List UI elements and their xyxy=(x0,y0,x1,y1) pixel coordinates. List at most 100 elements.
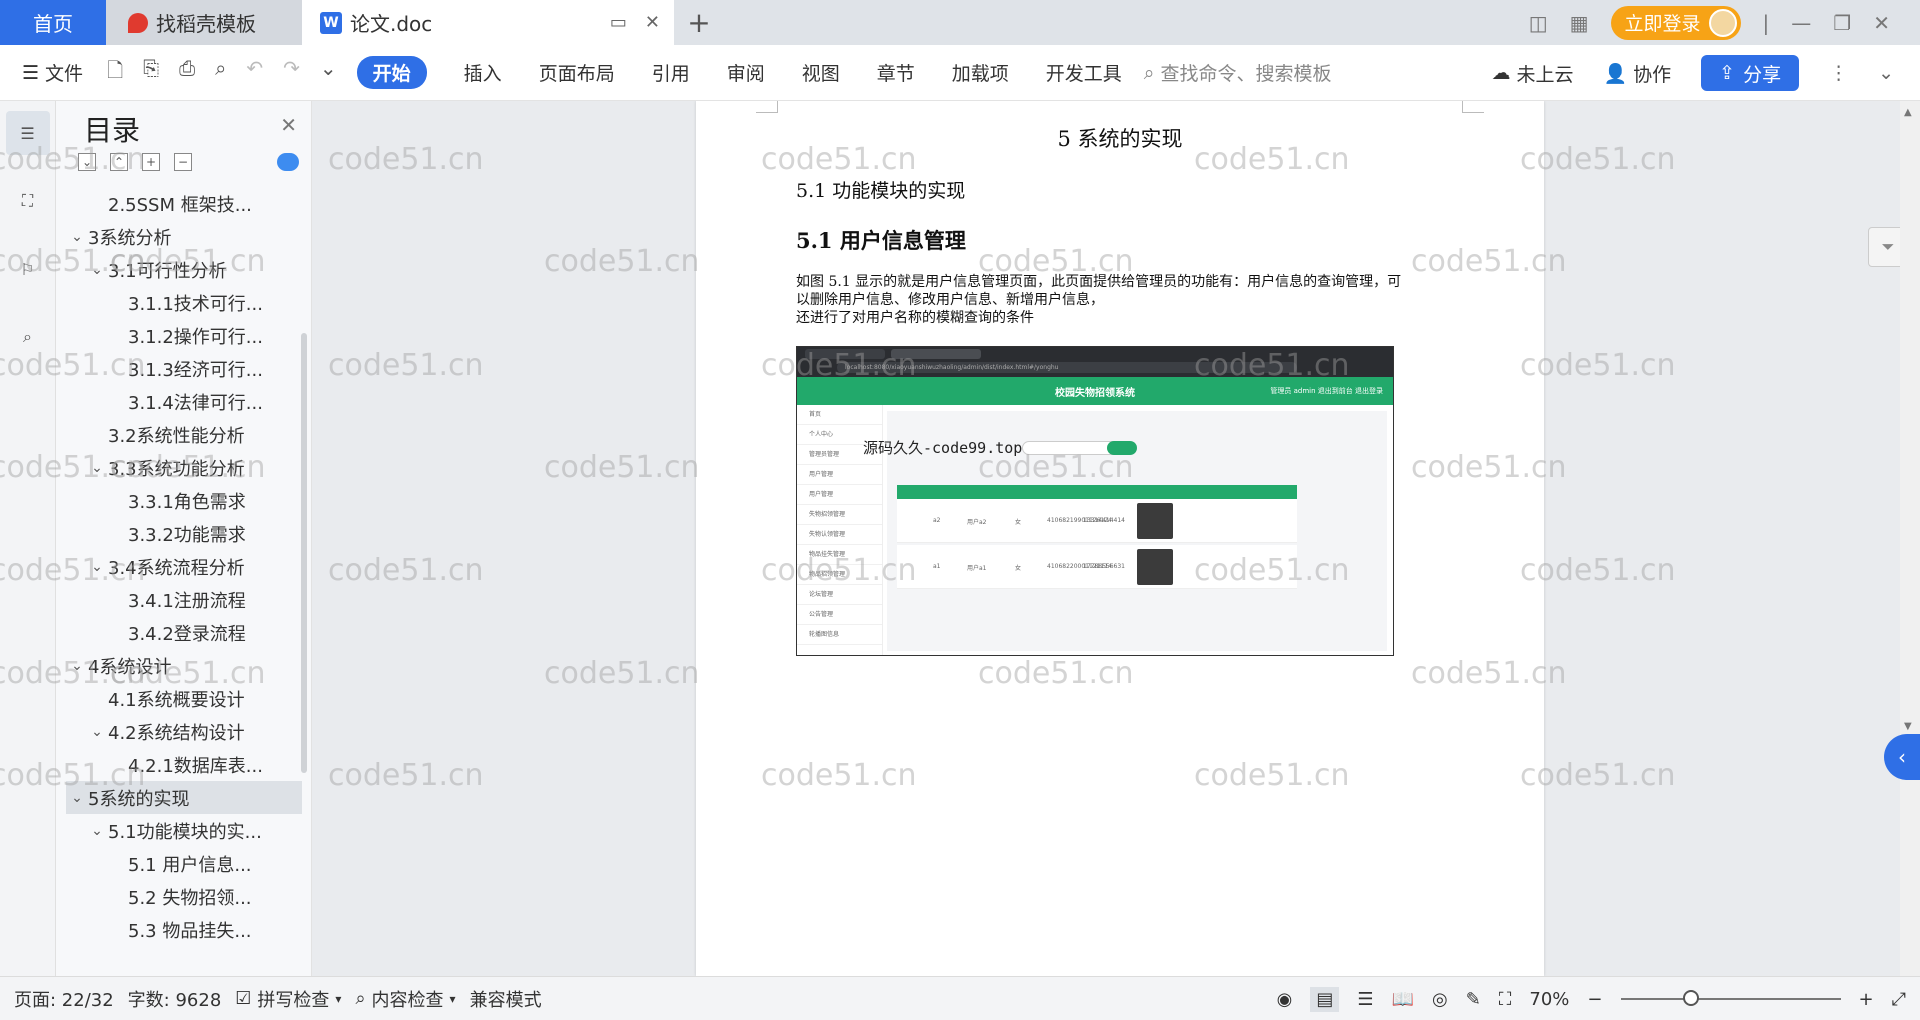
toc-scrollbar[interactable] xyxy=(301,333,307,773)
add-heading-icon[interactable]: + xyxy=(142,153,160,171)
print-icon[interactable]: ⎙ xyxy=(179,56,195,90)
save-icon[interactable]: 🗋 xyxy=(107,56,123,90)
tab-daoke-templates[interactable]: 找稻壳模板 xyxy=(106,0,302,45)
toc-item[interactable]: ⌄ 3.1可行性分析 xyxy=(66,253,302,286)
cloud-status[interactable]: ☁ 未上云 xyxy=(1491,60,1573,87)
login-button[interactable]: 立即登录 xyxy=(1610,5,1741,40)
document-page[interactable]: 5 系统的实现 5.1 功能模块的实现 5.1 用户信息管理 如图 5.1 显示… xyxy=(696,101,1544,976)
chevron-down-icon[interactable]: ⌄ xyxy=(66,658,88,674)
zoom-out-icon[interactable]: − xyxy=(1587,989,1602,1010)
collapse-ribbon-icon[interactable]: ⌄ xyxy=(1878,62,1894,84)
toc-item[interactable]: 4.1系统概要设计 xyxy=(66,682,302,715)
scroll-up-icon[interactable]: ▲ xyxy=(1904,107,1912,118)
web-view-icon[interactable]: ◎ xyxy=(1432,989,1448,1010)
file-menu[interactable]: ☰ 文件 xyxy=(22,59,83,86)
export-icon[interactable]: ⎘ xyxy=(143,56,159,90)
tab-document[interactable]: W 论文.doc ▭ ✕ xyxy=(302,0,674,45)
reading-view-icon[interactable]: 📖 xyxy=(1392,989,1414,1010)
toc-item[interactable]: 3.3.1角色需求 xyxy=(66,484,302,517)
command-search[interactable]: ⌕ 查找命令、搜索模板 xyxy=(1144,59,1332,86)
pen-icon[interactable]: ✎ xyxy=(1466,989,1481,1010)
chapter-nav-icon[interactable]: ⛶ xyxy=(6,179,50,223)
spell-check-button[interactable]: ☑ 拼写检查 ▾ xyxy=(235,986,341,1012)
toc-item[interactable]: ⌄ 4.2系统结构设计 xyxy=(66,715,302,748)
ribbon-tab[interactable]: 页面布局 xyxy=(539,59,615,86)
share-button[interactable]: ⇪ 分享 xyxy=(1701,55,1800,91)
menu-more-icon[interactable]: | xyxy=(1763,11,1770,35)
ribbon-tab[interactable]: 引用 xyxy=(652,59,690,86)
bookmark-icon[interactable]: ⚐ xyxy=(6,247,50,291)
toc-panel-icon[interactable]: ☰ xyxy=(5,111,50,155)
page-indicator[interactable]: 页面: 22/32 xyxy=(14,986,114,1012)
toc-item[interactable]: 5.3 物品挂失... xyxy=(66,913,302,946)
toc-item[interactable]: 3.1.2操作可行... xyxy=(66,319,302,352)
zoom-slider-handle[interactable] xyxy=(1682,990,1699,1006)
toc-item[interactable]: 5.1 用户信息... xyxy=(66,847,302,880)
zoom-in-icon[interactable]: + xyxy=(1859,989,1874,1010)
print-preview-icon[interactable]: ⌕ xyxy=(215,56,226,90)
chevron-down-icon[interactable]: ⌄ xyxy=(86,823,108,839)
eye-protection-icon[interactable]: ◉ xyxy=(1277,989,1293,1010)
toc-item[interactable]: 3.4.2登录流程 xyxy=(66,616,302,649)
close-icon[interactable]: ✕ xyxy=(280,113,297,137)
grid-apps-icon[interactable]: ▦ xyxy=(1570,11,1589,35)
window-mode-icon[interactable]: ▭ xyxy=(610,12,627,33)
toc-item[interactable]: 4.2.1数据库表... xyxy=(66,748,302,781)
new-tab-button[interactable]: + xyxy=(674,0,724,45)
toc-item[interactable]: 5.2 失物招领... xyxy=(66,880,302,913)
redo-icon[interactable]: ↷ xyxy=(283,56,300,90)
chevron-down-icon[interactable]: ⌄ xyxy=(66,790,88,806)
toc-item[interactable]: 3.4.1注册流程 xyxy=(66,583,302,616)
chevron-down-icon[interactable]: ⌄ xyxy=(66,229,88,245)
ribbon-tab[interactable]: 章节 xyxy=(877,59,915,86)
chevron-down-icon[interactable]: ⌄ xyxy=(86,262,108,278)
vertical-scrollbar[interactable]: ▲ ▼ xyxy=(1900,101,1920,976)
remove-heading-icon[interactable]: − xyxy=(174,153,192,171)
find-icon[interactable]: ⌕ xyxy=(6,315,50,359)
chevron-down-icon[interactable]: ⌄ xyxy=(86,460,108,476)
expand-all-icon[interactable]: ⌄ xyxy=(78,153,96,171)
toc-item[interactable]: 3.1.4法律可行... xyxy=(66,385,302,418)
restore-icon[interactable]: ❐ xyxy=(1833,11,1851,35)
toc-item[interactable]: 2.5SSM 框架技... xyxy=(66,187,302,220)
ribbon-tab[interactable]: 视图 xyxy=(802,59,840,86)
toc-item[interactable]: ⌄ 5.1功能模块的实... xyxy=(66,814,302,847)
ribbon-tab[interactable]: 加载项 xyxy=(952,59,1009,86)
toc-ai-icon[interactable] xyxy=(277,153,299,171)
minimize-icon[interactable]: — xyxy=(1791,11,1811,35)
toc-item[interactable]: 3.3.2功能需求 xyxy=(66,517,302,550)
ribbon-tab[interactable]: 审阅 xyxy=(727,59,765,86)
layout-switch-icon[interactable]: ◫ xyxy=(1529,11,1548,35)
zoom-level[interactable]: 70% xyxy=(1529,989,1569,1010)
scroll-down-icon[interactable]: ▼ xyxy=(1904,721,1912,732)
ribbon-tab[interactable]: 开始 xyxy=(356,56,427,89)
ribbon-tab[interactable]: 插入 xyxy=(464,59,502,86)
collapse-all-icon[interactable]: ⌃ xyxy=(110,153,128,171)
tab-home[interactable]: 首页 xyxy=(0,0,106,45)
collab-button[interactable]: 👤 协作 xyxy=(1603,60,1671,87)
close-tab-icon[interactable]: ✕ xyxy=(645,12,660,33)
more-options-icon[interactable]: ⋮ xyxy=(1829,62,1848,84)
undo-icon[interactable]: ↶ xyxy=(246,56,263,90)
ribbon-tab[interactable]: 开发工具 xyxy=(1046,59,1122,86)
toc-item[interactable]: ⌄ 3.4系统流程分析 xyxy=(66,550,302,583)
chevron-down-icon[interactable]: ⌄ xyxy=(86,559,108,575)
chevron-down-icon[interactable]: ⌄ xyxy=(86,724,108,740)
content-check-button[interactable]: ⌕ 内容检查 ▾ xyxy=(355,986,455,1012)
figure-screenshot[interactable]: localhost:8080/xiaoyuanshiwuzhaoling/adm… xyxy=(796,346,1394,656)
zoom-slider[interactable] xyxy=(1620,990,1841,1006)
close-window-icon[interactable]: ✕ xyxy=(1873,11,1890,35)
toc-item[interactable]: 3.1.3经济可行... xyxy=(66,352,302,385)
fit-page-icon[interactable]: ⛶ xyxy=(1499,989,1512,1010)
word-count[interactable]: 字数: 9628 xyxy=(128,986,222,1012)
fullscreen-icon[interactable]: ⤢ xyxy=(1892,989,1906,1010)
toc-item[interactable]: ⌄ 5系统的实现 xyxy=(66,781,302,814)
page-view-icon[interactable]: ▤ xyxy=(1310,986,1340,1012)
toc-item[interactable]: 3.2系统性能分析 xyxy=(66,418,302,451)
quick-access-dropdown-icon[interactable]: ⌄ xyxy=(320,56,337,90)
toc-item[interactable]: ⌄ 3.3系统功能分析 xyxy=(66,451,302,484)
toc-item[interactable]: ⌄ 4系统设计 xyxy=(66,649,302,682)
outline-view-icon[interactable]: ☰ xyxy=(1357,989,1373,1010)
toc-item[interactable]: 3.1.1技术可行... xyxy=(66,286,302,319)
toc-item[interactable]: ⌄ 3系统分析 xyxy=(66,220,302,253)
